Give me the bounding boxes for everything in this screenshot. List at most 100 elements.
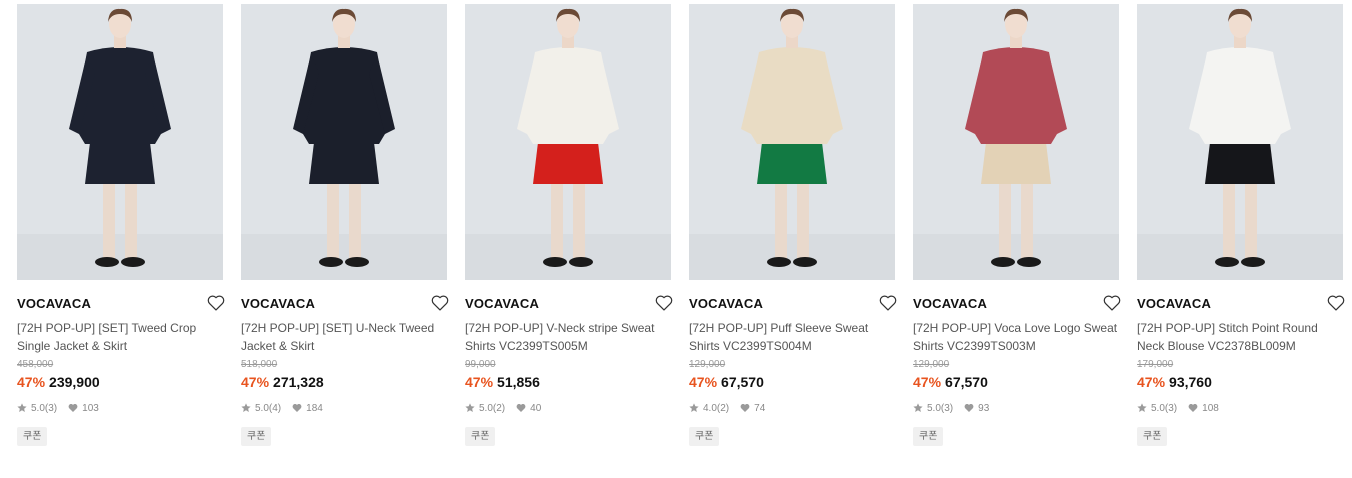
review-count: (3) [44,402,58,414]
sale-price: 67,570 [945,374,988,390]
product-card[interactable]: VOCAVACA [72H POP-UP] Stitch Point Round… [1137,4,1345,446]
brand-name[interactable]: VOCAVACA [913,296,987,311]
star-icon [689,403,699,413]
coupon-badge: 쿠폰 [913,427,944,446]
wishlist-heart-icon[interactable] [655,295,673,311]
like-count: 184 [306,402,323,414]
coupon-badge: 쿠폰 [689,427,720,446]
star-icon [17,403,27,413]
brand-row: VOCAVACA [913,295,1121,311]
rating-value: 5.0 [1151,402,1165,414]
brand-name[interactable]: VOCAVACA [241,296,315,311]
sale-price: 271,328 [273,374,324,390]
heart-filled-icon [516,403,526,413]
heart-filled-icon [68,403,78,413]
review-count: (3) [1164,402,1178,414]
rating-value: 4.0 [703,402,717,414]
price-row: 47% 239,900 [17,374,223,391]
product-image[interactable] [689,4,895,280]
coupon-badge: 쿠폰 [465,427,496,446]
review-count: (2) [716,402,730,414]
product-image[interactable] [465,4,671,280]
product-card[interactable]: VOCAVACA [72H POP-UP] V-Neck stripe Swea… [465,4,673,446]
product-image[interactable] [241,4,447,280]
brand-row: VOCAVACA [241,295,449,311]
rating-value: 5.0 [927,402,941,414]
product-name[interactable]: [72H POP-UP] Puff Sleeve Sweat Shirts VC… [689,319,895,355]
brand-row: VOCAVACA [689,295,897,311]
discount-rate: 47% [241,374,270,390]
like-count: 108 [1202,402,1219,414]
brand-name[interactable]: VOCAVACA [689,296,763,311]
original-price: 129,000 [689,359,726,370]
discount-rate: 47% [1137,374,1166,390]
coupon-badge: 쿠폰 [241,427,272,446]
wishlist-heart-icon[interactable] [1103,295,1121,311]
product-image[interactable] [1137,4,1343,280]
original-price: 518,000 [241,359,278,370]
brand-name[interactable]: VOCAVACA [17,296,91,311]
product-card[interactable]: VOCAVACA [72H POP-UP] Puff Sleeve Sweat … [689,4,897,446]
wishlist-heart-icon[interactable] [431,295,449,311]
like-count: 74 [754,402,766,414]
original-price: 458,000 [17,359,54,370]
heart-filled-icon [964,403,974,413]
product-image[interactable] [913,4,1119,280]
coupon-badge: 쿠폰 [17,427,48,446]
discount-rate: 47% [913,374,942,390]
brand-name[interactable]: VOCAVACA [1137,296,1211,311]
star-icon [913,403,923,413]
like-count: 103 [82,402,99,414]
original-price: 99,000 [465,359,496,370]
sale-price: 67,570 [721,374,764,390]
review-meta: 5.0 (4) 184 [241,402,447,414]
wishlist-heart-icon[interactable] [879,295,897,311]
wishlist-heart-icon[interactable] [1327,295,1345,311]
heart-filled-icon [1188,403,1198,413]
price-row: 47% 51,856 [465,374,671,391]
product-card[interactable]: VOCAVACA [72H POP-UP] Voca Love Logo Swe… [913,4,1121,446]
product-name[interactable]: [72H POP-UP] Stitch Point Round Neck Blo… [1137,319,1343,355]
sale-price: 239,900 [49,374,100,390]
wishlist-heart-icon[interactable] [207,295,225,311]
rating-value: 5.0 [31,402,45,414]
product-card[interactable]: VOCAVACA [72H POP-UP] [SET] Tweed Crop S… [17,4,225,446]
review-meta: 5.0 (3) 93 [913,402,1119,414]
star-icon [1137,403,1147,413]
price-row: 47% 67,570 [689,374,895,391]
sale-price: 51,856 [497,374,540,390]
brand-row: VOCAVACA [1137,295,1345,311]
product-name[interactable]: [72H POP-UP] [SET] U-Neck Tweed Jacket &… [241,319,447,355]
brand-row: VOCAVACA [17,295,225,311]
price-row: 47% 271,328 [241,374,447,391]
review-meta: 5.0 (2) 40 [465,402,671,414]
like-count: 93 [978,402,990,414]
product-name[interactable]: [72H POP-UP] Voca Love Logo Sweat Shirts… [913,319,1119,355]
review-meta: 4.0 (2) 74 [689,402,895,414]
star-icon [465,403,475,413]
star-icon [241,403,251,413]
coupon-badge: 쿠폰 [1137,427,1168,446]
review-count: (2) [492,402,506,414]
rating-value: 5.0 [479,402,493,414]
product-image[interactable] [17,4,223,280]
discount-rate: 47% [465,374,494,390]
brand-name[interactable]: VOCAVACA [465,296,539,311]
like-count: 40 [530,402,542,414]
original-price: 179,000 [1137,359,1174,370]
review-count: (4) [268,402,282,414]
sale-price: 93,760 [1169,374,1212,390]
price-row: 47% 67,570 [913,374,1119,391]
product-name[interactable]: [72H POP-UP] [SET] Tweed Crop Single Jac… [17,319,223,355]
product-name[interactable]: [72H POP-UP] V-Neck stripe Sweat Shirts … [465,319,671,355]
product-grid: VOCAVACA [72H POP-UP] [SET] Tweed Crop S… [17,4,1345,446]
original-price: 129,000 [913,359,950,370]
review-count: (3) [940,402,954,414]
brand-row: VOCAVACA [465,295,673,311]
discount-rate: 47% [17,374,46,390]
product-card[interactable]: VOCAVACA [72H POP-UP] [SET] U-Neck Tweed… [241,4,449,446]
price-row: 47% 93,760 [1137,374,1343,391]
review-meta: 5.0 (3) 108 [1137,402,1343,414]
heart-filled-icon [292,403,302,413]
discount-rate: 47% [689,374,718,390]
